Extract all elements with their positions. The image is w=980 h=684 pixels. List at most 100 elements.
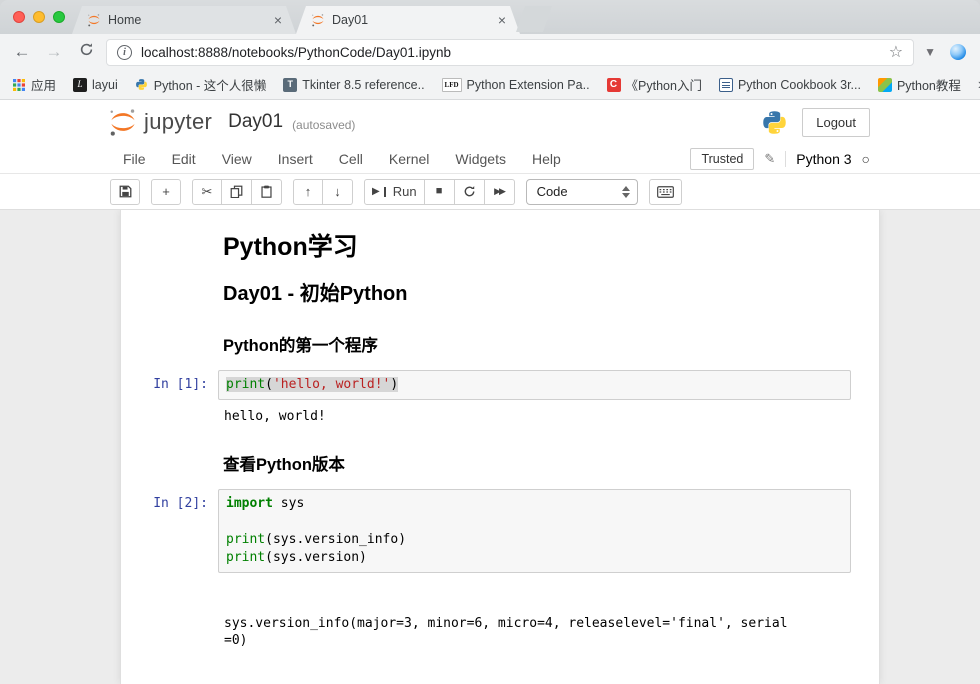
plus-icon: + bbox=[162, 185, 170, 198]
extension-globe-icon[interactable] bbox=[950, 44, 966, 60]
output-text-1: hello, world! bbox=[218, 408, 793, 425]
tab-day01[interactable]: Day01 × bbox=[296, 6, 520, 34]
cut-cells-button[interactable]: ✂ bbox=[192, 179, 222, 205]
bookmark-cookbook[interactable]: Python Cookbook 3r... bbox=[719, 78, 861, 92]
close-window-button[interactable] bbox=[13, 11, 25, 23]
bookmarks-bar: 应用 L layui Python - 这个人很懒 T Tkinter 8.5 … bbox=[0, 70, 980, 100]
markdown-cell-h2[interactable]: Day01 - 初始Python bbox=[223, 282, 851, 306]
tab-title: Home bbox=[108, 13, 267, 27]
heading-3: 查看Python版本 bbox=[223, 455, 851, 475]
code-input-1[interactable]: print('hello, world!') bbox=[218, 370, 851, 400]
insert-cell-button[interactable]: + bbox=[151, 179, 181, 205]
layui-icon: L bbox=[73, 78, 87, 92]
tabs: Home × Day01 × bbox=[72, 6, 552, 34]
forward-icon[interactable]: → bbox=[42, 42, 66, 62]
menu-insert[interactable]: Insert bbox=[265, 151, 326, 167]
jupyter-logo-text[interactable]: jupyter bbox=[144, 109, 212, 135]
code-input-2[interactable]: import sys print(sys.version_info)print(… bbox=[218, 489, 851, 573]
keyboard-icon bbox=[657, 186, 674, 198]
zoom-window-button[interactable] bbox=[53, 11, 65, 23]
output-row-2: sys.version_info(major=3, minor=6, micro… bbox=[121, 581, 879, 684]
heading-1: Python学习 bbox=[223, 232, 851, 262]
page-info-icon[interactable]: i bbox=[117, 45, 132, 60]
stop-icon: ■ bbox=[436, 186, 443, 197]
book-icon bbox=[719, 78, 733, 92]
tab-home[interactable]: Home × bbox=[72, 6, 296, 34]
notebook-toolbar: + ✂ ↑ ↓ ▶Run ■ ▶▶ Code bbox=[0, 174, 980, 210]
markdown-cell-h1[interactable]: Python学习 bbox=[223, 232, 851, 262]
window-controls bbox=[13, 11, 65, 23]
bookmark-star-icon[interactable]: ☆ bbox=[889, 42, 903, 62]
paste-cells-button[interactable] bbox=[252, 179, 282, 205]
tab-close-icon[interactable]: × bbox=[274, 13, 282, 27]
menu-help[interactable]: Help bbox=[519, 151, 574, 167]
output-prompt bbox=[121, 408, 218, 415]
tab-strip: Home × Day01 × bbox=[0, 0, 980, 34]
input-prompt: In [2]: bbox=[121, 489, 218, 511]
save-button[interactable] bbox=[110, 179, 140, 205]
markdown-cell-h3a[interactable]: Python的第一个程序 bbox=[223, 336, 851, 356]
address-bar[interactable]: i localhost:8888/notebooks/PythonCode/Da… bbox=[106, 39, 914, 66]
output-prompt bbox=[121, 581, 218, 588]
input-prompt: In [1]: bbox=[121, 370, 218, 392]
reload-icon[interactable] bbox=[74, 42, 98, 62]
move-cell-down-button[interactable]: ↓ bbox=[323, 179, 353, 205]
menu-edit[interactable]: Edit bbox=[159, 151, 209, 167]
minimize-window-button[interactable] bbox=[33, 11, 45, 23]
interrupt-kernel-button[interactable]: ■ bbox=[425, 179, 455, 205]
edit-mode-pencil-icon: ✎ bbox=[764, 151, 775, 167]
kernel-name[interactable]: Python 3 bbox=[796, 151, 851, 167]
menu-view[interactable]: View bbox=[209, 151, 265, 167]
jupyter-logo-icon[interactable] bbox=[108, 107, 138, 137]
autosave-status: (autosaved) bbox=[292, 118, 355, 132]
tab-close-icon[interactable]: × bbox=[498, 13, 506, 27]
scissors-icon: ✂ bbox=[202, 185, 213, 198]
back-icon[interactable]: ← bbox=[10, 42, 34, 62]
tab-title: Day01 bbox=[332, 13, 491, 27]
liaoxuefeng-icon bbox=[878, 78, 892, 92]
csdn-icon: C bbox=[607, 78, 621, 92]
omnibox-row: ← → i localhost:8888/notebooks/PythonCod… bbox=[0, 34, 980, 70]
new-tab-button[interactable] bbox=[516, 6, 552, 32]
copy-cells-button[interactable] bbox=[222, 179, 252, 205]
cell-type-select[interactable]: Code bbox=[526, 179, 638, 205]
arrow-up-icon: ↑ bbox=[305, 185, 312, 198]
bookmark-csdn[interactable]: C 《Python入门 bbox=[607, 75, 702, 94]
restart-run-all-button[interactable]: ▶▶ bbox=[485, 179, 515, 205]
jupyter-header: jupyter Day01 (autosaved) Logout bbox=[0, 100, 980, 144]
paste-icon bbox=[260, 185, 273, 198]
output-text-2: sys.version_info(major=3, minor=6, micro… bbox=[218, 581, 793, 684]
arrow-down-icon: ↓ bbox=[334, 185, 341, 198]
tkinter-icon: T bbox=[283, 78, 297, 92]
menu-file[interactable]: File bbox=[110, 151, 159, 167]
code-cell-1: In [1]: print('hello, world!') bbox=[121, 370, 879, 400]
bookmark-tutorial[interactable]: Python教程 bbox=[878, 75, 961, 94]
notebook-page: Python学习 Day01 - 初始Python Python的第一个程序 I… bbox=[120, 210, 880, 684]
notebook-title[interactable]: Day01 bbox=[228, 111, 283, 133]
bookmark-python[interactable]: Python - 这个人很懒 bbox=[135, 75, 267, 94]
move-cell-up-button[interactable]: ↑ bbox=[293, 179, 323, 205]
command-palette-button[interactable] bbox=[649, 179, 682, 205]
menu-kernel[interactable]: Kernel bbox=[376, 151, 442, 167]
trusted-button[interactable]: Trusted bbox=[690, 148, 754, 170]
run-icon: ▶ bbox=[372, 187, 380, 197]
markdown-cell-h3b[interactable]: 查看Python版本 bbox=[223, 455, 851, 475]
code-cell-2: In [2]: import sys print(sys.version_inf… bbox=[121, 489, 879, 573]
bookmark-lfd[interactable]: LFD Python Extension Pa.. bbox=[442, 78, 590, 92]
cell-type-value: Code bbox=[537, 184, 568, 199]
bookmark-tkinter[interactable]: T Tkinter 8.5 reference.. bbox=[283, 78, 424, 92]
select-arrows-icon bbox=[622, 186, 630, 198]
bookmark-layui[interactable]: L layui bbox=[73, 78, 118, 92]
browser-window: Home × Day01 × ← → i localhost:8888/note… bbox=[0, 0, 980, 684]
run-cell-button[interactable]: ▶Run bbox=[364, 179, 425, 205]
bookmark-apps[interactable]: 应用 bbox=[12, 75, 56, 94]
fast-forward-icon: ▶▶ bbox=[494, 187, 504, 196]
menu-widgets[interactable]: Widgets bbox=[442, 151, 519, 167]
output-line: sys.version_info(major=3, minor=6, micro… bbox=[224, 615, 793, 649]
extension-dropdown-icon[interactable]: ▼ bbox=[922, 45, 938, 59]
logout-button[interactable]: Logout bbox=[802, 108, 870, 137]
restart-icon bbox=[463, 185, 476, 198]
menu-cell[interactable]: Cell bbox=[326, 151, 376, 167]
header-right: Logout bbox=[761, 108, 870, 137]
restart-kernel-button[interactable] bbox=[455, 179, 485, 205]
